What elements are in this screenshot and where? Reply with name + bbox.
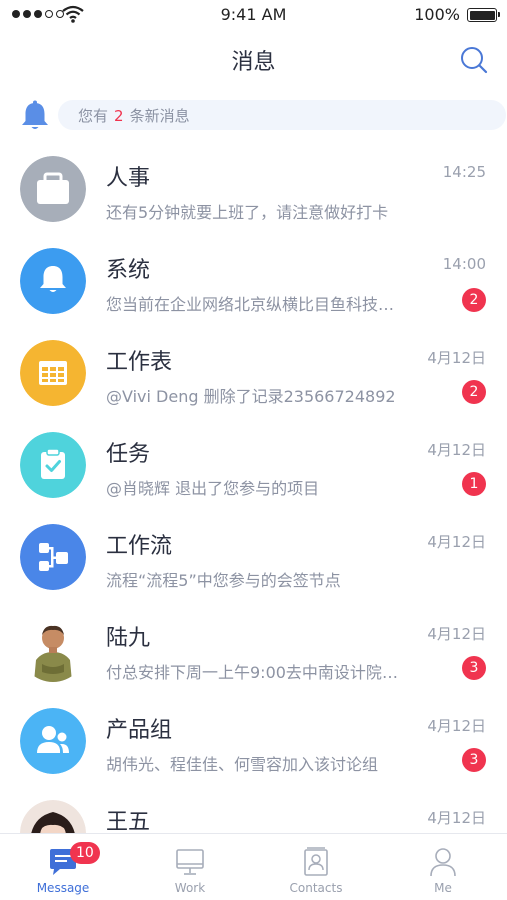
conversation-time: 14:00 bbox=[442, 255, 486, 273]
user-photo bbox=[20, 800, 86, 833]
notice-prefix: 您有 bbox=[78, 107, 109, 125]
nav-bar: 消息 bbox=[0, 30, 507, 88]
conversation-title: 人事 bbox=[106, 166, 151, 191]
conversation-preview: @肖晓辉 退出了您参与的项目 bbox=[106, 479, 320, 498]
user-photo bbox=[20, 616, 86, 682]
search-icon bbox=[461, 47, 488, 74]
tab-me[interactable]: Me bbox=[380, 834, 506, 900]
search-button[interactable] bbox=[459, 45, 489, 75]
battery-icon bbox=[467, 8, 500, 22]
notice-suffix: 条新消息 bbox=[129, 107, 190, 125]
contacts-icon bbox=[304, 847, 328, 876]
avatar bbox=[20, 616, 86, 682]
tab-bar: 10 Message Work Contacts Me bbox=[0, 833, 507, 900]
conversation-item-worksheet[interactable]: 工作表 @Vivi Deng 删除了记录23566724892 4月12日 2 bbox=[0, 330, 507, 422]
table-icon bbox=[39, 361, 67, 385]
unread-badge: 2 bbox=[462, 380, 486, 404]
conversation-item-system[interactable]: 系统 您当前在企业网络北京纵横比目鱼科技有限公司 14:00 2 bbox=[0, 238, 507, 330]
conversation-item-hr[interactable]: 人事 还有5分钟就要上班了，请注意做好打卡 14:25 bbox=[0, 146, 507, 238]
conversation-time: 4月12日 bbox=[427, 349, 486, 367]
avatar bbox=[20, 524, 86, 590]
conversation-title: 任务 bbox=[106, 442, 151, 467]
conversation-time: 4月12日 bbox=[427, 625, 486, 643]
conversation-item-task[interactable]: 任务 @肖晓辉 退出了您参与的项目 4月12日 1 bbox=[0, 422, 507, 514]
conversation-time: 14:25 bbox=[442, 163, 486, 181]
notice-text: 您有 2 条新消息 bbox=[78, 105, 190, 126]
avatar bbox=[20, 432, 86, 498]
tab-label: Work bbox=[174, 881, 206, 895]
unread-badge: 3 bbox=[462, 748, 486, 772]
notice-pill: 您有 2 条新消息 bbox=[58, 100, 506, 130]
conversation-preview: 胡伟光、程佳佳、何雪容加入该讨论组 bbox=[106, 755, 379, 774]
unread-badge: 1 bbox=[462, 472, 486, 496]
tab-label: Contacts bbox=[289, 881, 343, 895]
avatar bbox=[20, 340, 86, 406]
conversation-item-wangwu[interactable]: 王五 4月12日 bbox=[0, 790, 507, 833]
conversation-title: 系统 bbox=[106, 258, 151, 283]
conversation-item-workflow[interactable]: 工作流 流程“流程5”中您参与的会签节点 4月12日 bbox=[0, 514, 507, 606]
tab-label: Message bbox=[36, 881, 90, 895]
tab-work[interactable]: Work bbox=[127, 834, 253, 900]
conversation-item-product-group[interactable]: 产品组 胡伟光、程佳佳、何雪容加入该讨论组 4月12日 3 bbox=[0, 698, 507, 790]
conversation-title: 陆九 bbox=[106, 626, 151, 651]
person-icon bbox=[430, 848, 456, 877]
conversation-title: 工作表 bbox=[106, 350, 173, 375]
conversation-preview: 还有5分钟就要上班了，请注意做好打卡 bbox=[106, 203, 389, 222]
avatar bbox=[20, 156, 86, 222]
conversation-preview: 流程“流程5”中您参与的会签节点 bbox=[106, 571, 341, 590]
bell-icon bbox=[22, 100, 48, 129]
unread-badge: 3 bbox=[462, 656, 486, 680]
page-title: 消息 bbox=[231, 50, 276, 75]
tab-message[interactable]: 10 Message bbox=[0, 834, 126, 900]
conversation-time: 4月12日 bbox=[427, 809, 486, 827]
conversation-preview: 付总安排下周一上午9:00去中南设计院开会 bbox=[106, 663, 406, 682]
conversation-time: 4月12日 bbox=[427, 533, 486, 551]
conversation-title: 产品组 bbox=[106, 718, 173, 743]
avatar bbox=[20, 800, 86, 833]
conversation-preview: 您当前在企业网络北京纵横比目鱼科技有限公司 bbox=[106, 295, 406, 314]
new-message-notice[interactable]: 您有 2 条新消息 bbox=[18, 97, 506, 133]
conversation-list: 人事 还有5分钟就要上班了，请注意做好打卡 14:25 系统 您当前在企业网络北… bbox=[0, 146, 507, 833]
conversation-preview: @Vivi Deng 删除了记录23566724892 bbox=[106, 387, 396, 406]
avatar bbox=[20, 708, 86, 774]
conversation-title: 王五 bbox=[106, 810, 151, 833]
tab-badge: 10 bbox=[70, 842, 100, 864]
notice-count: 2 bbox=[114, 107, 124, 125]
unread-badge: 2 bbox=[462, 288, 486, 312]
status-bar: 9:41 AM 100% bbox=[0, 0, 507, 30]
tab-label: Me bbox=[434, 881, 452, 895]
conversation-item-lujiu[interactable]: 陆九 付总安排下周一上午9:00去中南设计院开会 4月12日 3 bbox=[0, 606, 507, 698]
conversation-title: 工作流 bbox=[106, 534, 173, 559]
monitor-icon bbox=[176, 849, 204, 875]
conversation-time: 4月12日 bbox=[427, 717, 486, 735]
task-icon bbox=[41, 448, 65, 479]
battery-percent: 100% bbox=[414, 5, 460, 24]
avatar bbox=[20, 248, 86, 314]
conversation-time: 4月12日 bbox=[427, 441, 486, 459]
tab-contacts[interactable]: Contacts bbox=[253, 834, 379, 900]
